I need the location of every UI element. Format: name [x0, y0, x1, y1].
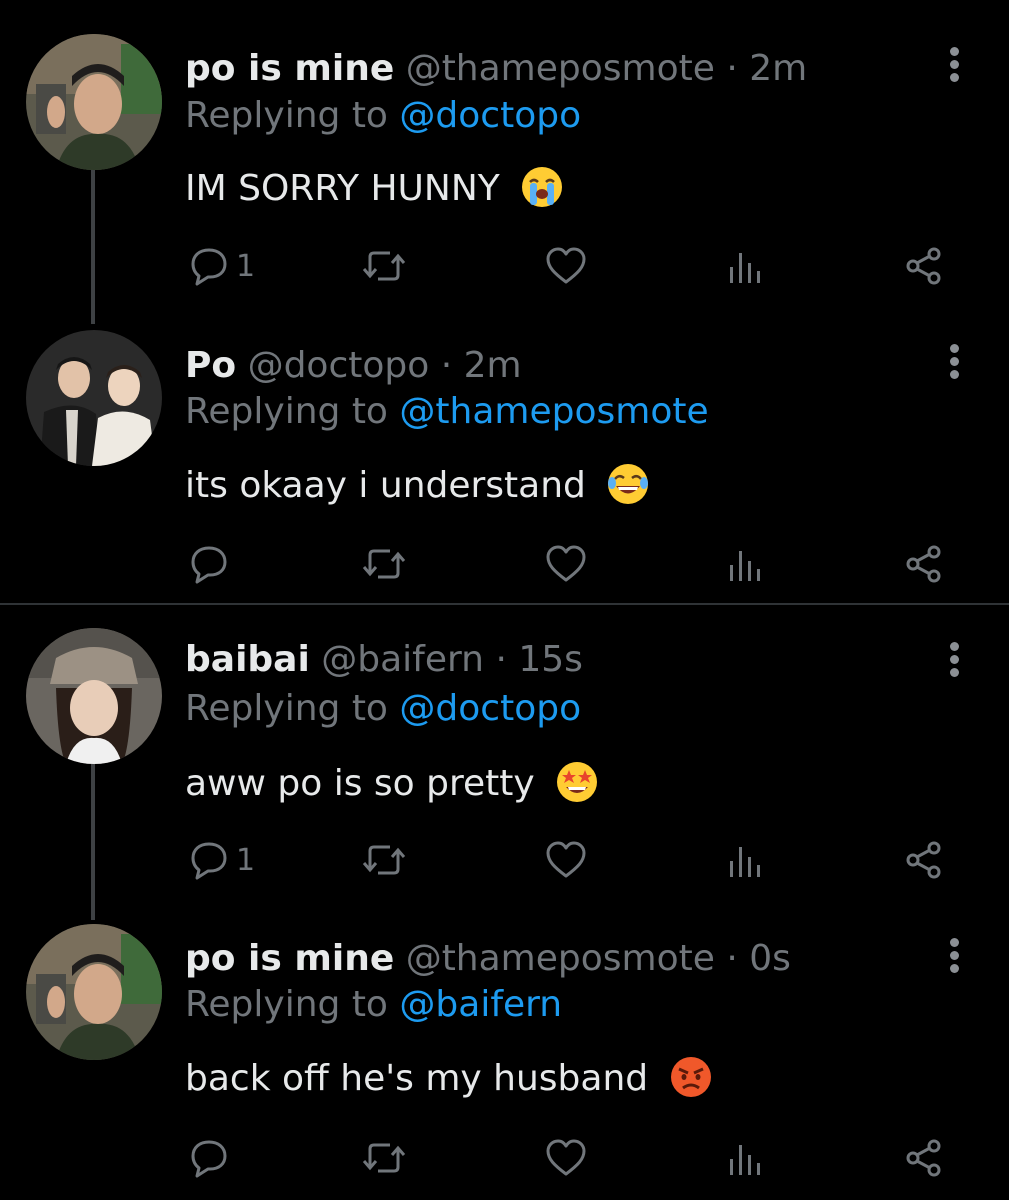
views-button[interactable] — [727, 1134, 763, 1182]
reply-count: 1 — [236, 842, 256, 878]
views-button[interactable] — [727, 242, 763, 290]
more-options-icon[interactable] — [945, 45, 963, 85]
like-button[interactable] — [544, 540, 588, 588]
reply-button[interactable] — [188, 1134, 236, 1182]
share-button[interactable] — [903, 242, 945, 290]
reply-count: 1 — [236, 248, 256, 284]
separator-dot: · — [484, 639, 519, 680]
user-handle[interactable]: @thameposmote — [406, 48, 715, 89]
tweet-text: its okaay i understand — [185, 462, 649, 510]
tweet-header: baibai @baifern · 15s — [185, 638, 583, 682]
thread-divider — [0, 603, 1009, 605]
heart-icon — [546, 1139, 586, 1176]
tweet-text-content: back off he's my husband — [185, 1058, 649, 1099]
replying-prefix: Replying to — [185, 688, 400, 729]
share-icon — [906, 247, 941, 285]
like-button[interactable] — [544, 1134, 588, 1182]
replying-to: Replying to @baifern — [185, 983, 562, 1027]
tweet-header: Po @doctopo · 2m — [185, 344, 522, 388]
retweet-icon — [362, 845, 406, 875]
tweet-text-content: its okaay i understand — [185, 465, 586, 506]
share-button[interactable] — [903, 836, 945, 884]
loudly-crying-face-emoji-icon — [521, 166, 563, 208]
like-button[interactable] — [544, 242, 588, 290]
more-options-icon[interactable] — [945, 936, 963, 976]
mention-link[interactable]: @baifern — [399, 984, 562, 1025]
share-icon — [906, 545, 941, 583]
heart-icon — [546, 841, 586, 878]
tweet-actions: 1 — [0, 836, 1009, 884]
display-name[interactable]: baibai — [185, 639, 310, 680]
separator-dot: · — [429, 345, 464, 386]
tweet-text-content: aww po is so pretty — [185, 763, 535, 804]
reply-bubble-icon — [191, 546, 227, 584]
more-options-icon[interactable] — [945, 342, 963, 382]
display-name[interactable]: Po — [185, 345, 236, 386]
retweet-icon — [362, 549, 406, 579]
avatar[interactable] — [26, 628, 162, 764]
retweet-button[interactable] — [360, 242, 408, 290]
tweet-text: back off he's my husband — [185, 1055, 712, 1103]
analytics-icon — [730, 551, 760, 581]
timestamp[interactable]: 15s — [518, 639, 583, 680]
tweet-header: po is mine @thameposmote · 2m — [185, 47, 807, 91]
user-handle[interactable]: @thameposmote — [406, 938, 715, 979]
tweet-actions — [0, 1134, 1009, 1182]
replying-prefix: Replying to — [185, 95, 400, 136]
mention-link[interactable]: @doctopo — [399, 688, 581, 729]
timestamp[interactable]: 2m — [464, 345, 522, 386]
pouting-face-emoji-icon — [670, 1056, 712, 1098]
tears-of-joy-emoji-icon — [607, 463, 649, 505]
replying-prefix: Replying to — [185, 984, 400, 1025]
share-button[interactable] — [903, 1134, 945, 1182]
tweet-header: po is mine @thameposmote · 0s — [185, 937, 791, 981]
separator-dot: · — [714, 48, 750, 89]
separator-dot: · — [714, 938, 750, 979]
replying-to: Replying to @thameposmote — [185, 390, 709, 434]
share-icon — [906, 1139, 941, 1177]
timestamp[interactable]: 2m — [749, 48, 807, 89]
user-handle[interactable]: @doctopo — [248, 345, 430, 386]
avatar[interactable] — [26, 924, 162, 1060]
analytics-icon — [730, 253, 760, 283]
retweet-button[interactable] — [360, 540, 408, 588]
replying-to: Replying to @doctopo — [185, 94, 581, 138]
reply-button[interactable] — [188, 540, 236, 588]
tweet-text: IM SORRY HUNNY — [185, 165, 563, 213]
analytics-icon — [730, 1145, 760, 1175]
star-struck-emoji-icon — [556, 761, 598, 803]
timestamp[interactable]: 0s — [749, 938, 791, 979]
tweet-text-content: IM SORRY HUNNY — [185, 168, 500, 209]
display-name[interactable]: po is mine — [185, 938, 394, 979]
views-button[interactable] — [727, 836, 763, 884]
reply-bubble-icon — [191, 248, 227, 286]
retweet-button[interactable] — [360, 836, 408, 884]
retweet-icon — [362, 251, 406, 281]
share-button[interactable] — [903, 540, 945, 588]
heart-icon — [546, 247, 586, 284]
avatar[interactable] — [26, 330, 162, 466]
tweet-actions: 1 — [0, 242, 1009, 290]
tweet-actions — [0, 540, 1009, 588]
reply-button[interactable]: 1 — [188, 242, 255, 290]
mention-link[interactable]: @doctopo — [399, 95, 581, 136]
mention-link[interactable]: @thameposmote — [399, 391, 708, 432]
analytics-icon — [730, 847, 760, 877]
replying-to: Replying to @doctopo — [185, 687, 581, 731]
views-button[interactable] — [727, 540, 763, 588]
reply-bubble-icon — [191, 842, 227, 880]
reply-button[interactable]: 1 — [188, 836, 255, 884]
more-options-icon[interactable] — [945, 640, 963, 680]
display-name[interactable]: po is mine — [185, 48, 394, 89]
retweet-button[interactable] — [360, 1134, 408, 1182]
retweet-icon — [362, 1143, 406, 1173]
like-button[interactable] — [544, 836, 588, 884]
avatar[interactable] — [26, 34, 162, 170]
user-handle[interactable]: @baifern — [321, 639, 484, 680]
replying-prefix: Replying to — [185, 391, 400, 432]
heart-icon — [546, 545, 586, 582]
tweet-text: aww po is so pretty — [185, 760, 598, 808]
share-icon — [906, 841, 941, 879]
reply-bubble-icon — [191, 1140, 227, 1178]
